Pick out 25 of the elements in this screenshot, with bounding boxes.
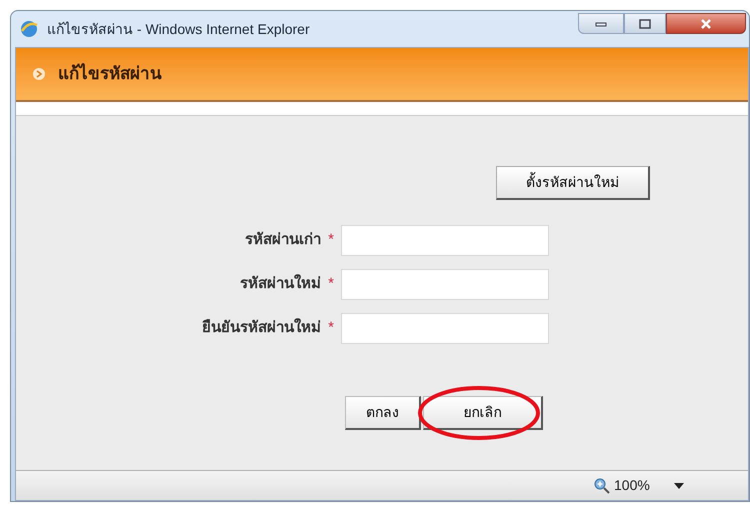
page-title: แก้ไขรหัสผ่าน bbox=[58, 62, 162, 86]
password-field[interactable] bbox=[341, 269, 549, 300]
field-label: รหัสผ่านเก่า bbox=[244, 230, 321, 250]
zoom-icon bbox=[594, 478, 610, 494]
field-label: ยืนยันรหัสผ่านใหม่ bbox=[201, 317, 321, 338]
required-mark: * bbox=[327, 230, 335, 250]
generate-password-button[interactable]: ตั้งรหัสผ่านใหม่ bbox=[496, 166, 650, 200]
maximize-button[interactable] bbox=[624, 13, 666, 34]
zoom-level[interactable]: 100% bbox=[614, 475, 650, 496]
close-button[interactable] bbox=[666, 13, 746, 34]
password-field[interactable] bbox=[341, 313, 549, 344]
minimize-icon bbox=[595, 20, 607, 26]
dropdown-caret-icon[interactable] bbox=[674, 482, 684, 488]
browser-logo-icon bbox=[19, 19, 39, 39]
cancel-button[interactable]: ยกเลิก bbox=[423, 396, 543, 430]
window-title: แก้ไขรหัสผ่าน - Windows Internet Explorer bbox=[47, 20, 310, 39]
minimize-button[interactable] bbox=[578, 13, 624, 34]
ok-button[interactable]: ตกลง bbox=[345, 396, 421, 430]
required-mark: * bbox=[327, 274, 335, 294]
arrow-bullet-icon bbox=[32, 67, 46, 81]
field-label: รหัสผ่านใหม่ bbox=[239, 273, 321, 294]
close-icon bbox=[700, 18, 712, 28]
required-mark: * bbox=[327, 318, 335, 338]
maximize-icon bbox=[639, 18, 651, 28]
password-field[interactable] bbox=[341, 225, 549, 256]
